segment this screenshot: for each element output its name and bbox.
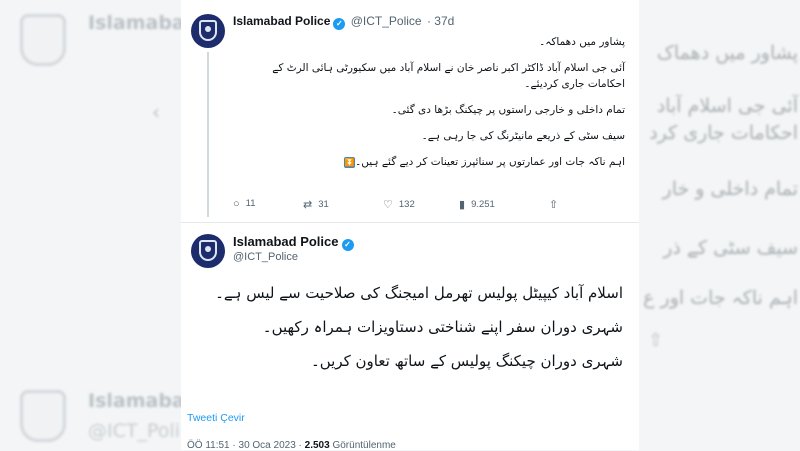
thread-line: [207, 52, 209, 217]
main-author-line: Islamabad Police ✓: [233, 234, 354, 251]
author-name[interactable]: Islamabad Police: [233, 14, 330, 28]
share-icon: ⇧: [549, 199, 559, 211]
retweet-icon: ⇄: [303, 199, 313, 211]
author-name[interactable]: Islamabad Police: [233, 234, 339, 249]
retweet-button[interactable]: ⇄ 31: [303, 198, 329, 211]
tweet-actions: ○ 11 ⇄ 31 ♡ 132 ▮ 9.251 ⇧: [233, 198, 593, 214]
retweet-count: 31: [318, 199, 329, 210]
tweet-line: سیف سٹی کے ذریعے مانیٹرنگ کی جا رہی ہے۔: [421, 130, 625, 142]
tweet-timestamp[interactable]: · 37d: [427, 14, 454, 28]
like-button[interactable]: ♡ 132: [383, 198, 415, 211]
badge-emblem: [205, 26, 211, 32]
tweet-card: Islamabad Police ✓ @ICT_Police · 37d پشاو…: [181, 0, 639, 451]
views-button[interactable]: ▮ 9.251: [459, 198, 495, 211]
tweet-line-text: اہم ناکہ جات اور عمارتوں پر سنائپرز تعین…: [355, 156, 625, 168]
view-count: 9.251: [471, 199, 495, 210]
avatar[interactable]: [191, 14, 225, 48]
author-handle[interactable]: @ICT_Police: [351, 14, 422, 28]
background-text-line: احکامات جاری کرد: [649, 122, 798, 144]
views-icon: ▮: [459, 199, 466, 211]
reply-icon: ○: [233, 198, 240, 210]
share-icon: ⇧: [648, 330, 664, 351]
translate-tweet-link[interactable]: Tweeti Çevir: [187, 412, 245, 424]
background-text-line: آئی جی اسلام آباد: [656, 95, 798, 117]
tweet-line: آئی جی اسلام آباد ڈاکٹر اکبر ناصر خان نے…: [272, 62, 625, 90]
reply-count: 11: [245, 198, 256, 209]
verified-badge-icon: ✓: [333, 18, 346, 30]
tweet-line: اہم ناکہ جات اور عمارتوں پر سنائپرز تعین…: [235, 154, 625, 170]
heart-icon: ♡: [383, 199, 393, 211]
quoted-tweet[interactable]: Islamabad Police ✓ @ICT_Police · 37d پشاو…: [181, 0, 639, 223]
background-handle: @ICT_Poli: [88, 420, 180, 442]
background-text-line: سیف سٹی کے ذر: [663, 237, 798, 259]
verified-badge-icon: ✓: [341, 239, 354, 251]
views-label: Görüntülenme: [329, 440, 396, 451]
quoted-tweet-body: پشاور میں دھماکہ۔ آئی جی اسلام آباد ڈاکٹ…: [235, 34, 625, 180]
tweet-datetime[interactable]: ÖÖ 11:51 · 30 Oca 2023 ·: [187, 440, 305, 451]
view-count: 2.503: [304, 440, 330, 451]
tweet-line: شہری دوران چیکنگ پولیس کے ساتھ تعاون کری…: [310, 352, 623, 370]
background-text-line: اہم ناکہ جات اور ع: [643, 287, 798, 309]
main-tweet-body: اسلام آباد کیپیٹل پولیس تھرمل امیجنگ کی …: [203, 282, 623, 384]
like-count: 132: [398, 199, 415, 210]
share-button[interactable]: ⇧: [549, 198, 564, 211]
background-police-badge: [20, 390, 66, 442]
tweet-line: پشاور میں دھماکہ۔: [539, 36, 625, 48]
down-arrow-emoji: ⏬: [344, 157, 356, 168]
background-text-line: پشاور میں دھماک: [656, 42, 798, 64]
tweet-line: اسلام آباد کیپیٹل پولیس تھرمل امیجنگ کی …: [215, 284, 623, 302]
background-text-line: تمام داخلی و خار: [662, 178, 798, 200]
tweet-meta: ÖÖ 11:51 · 30 Oca 2023 · 2.503 Görüntüle…: [187, 440, 396, 451]
badge-emblem: [205, 246, 211, 252]
author-handle[interactable]: @ICT_Police: [233, 251, 298, 263]
tweet-line: شہری دوران سفر اپنے شناختی دستاویزات ہمر…: [262, 318, 623, 336]
tweet-line: تمام داخلی و خارجی راستوں پر چیکنگ بڑھا …: [391, 104, 625, 116]
reply-button[interactable]: ○ 11: [233, 198, 256, 210]
background-police-badge: [20, 14, 66, 66]
chevron-left-icon: ‹: [152, 100, 160, 124]
avatar[interactable]: [191, 234, 225, 268]
quoted-author-line: Islamabad Police ✓ @ICT_Police · 37d: [233, 14, 454, 30]
